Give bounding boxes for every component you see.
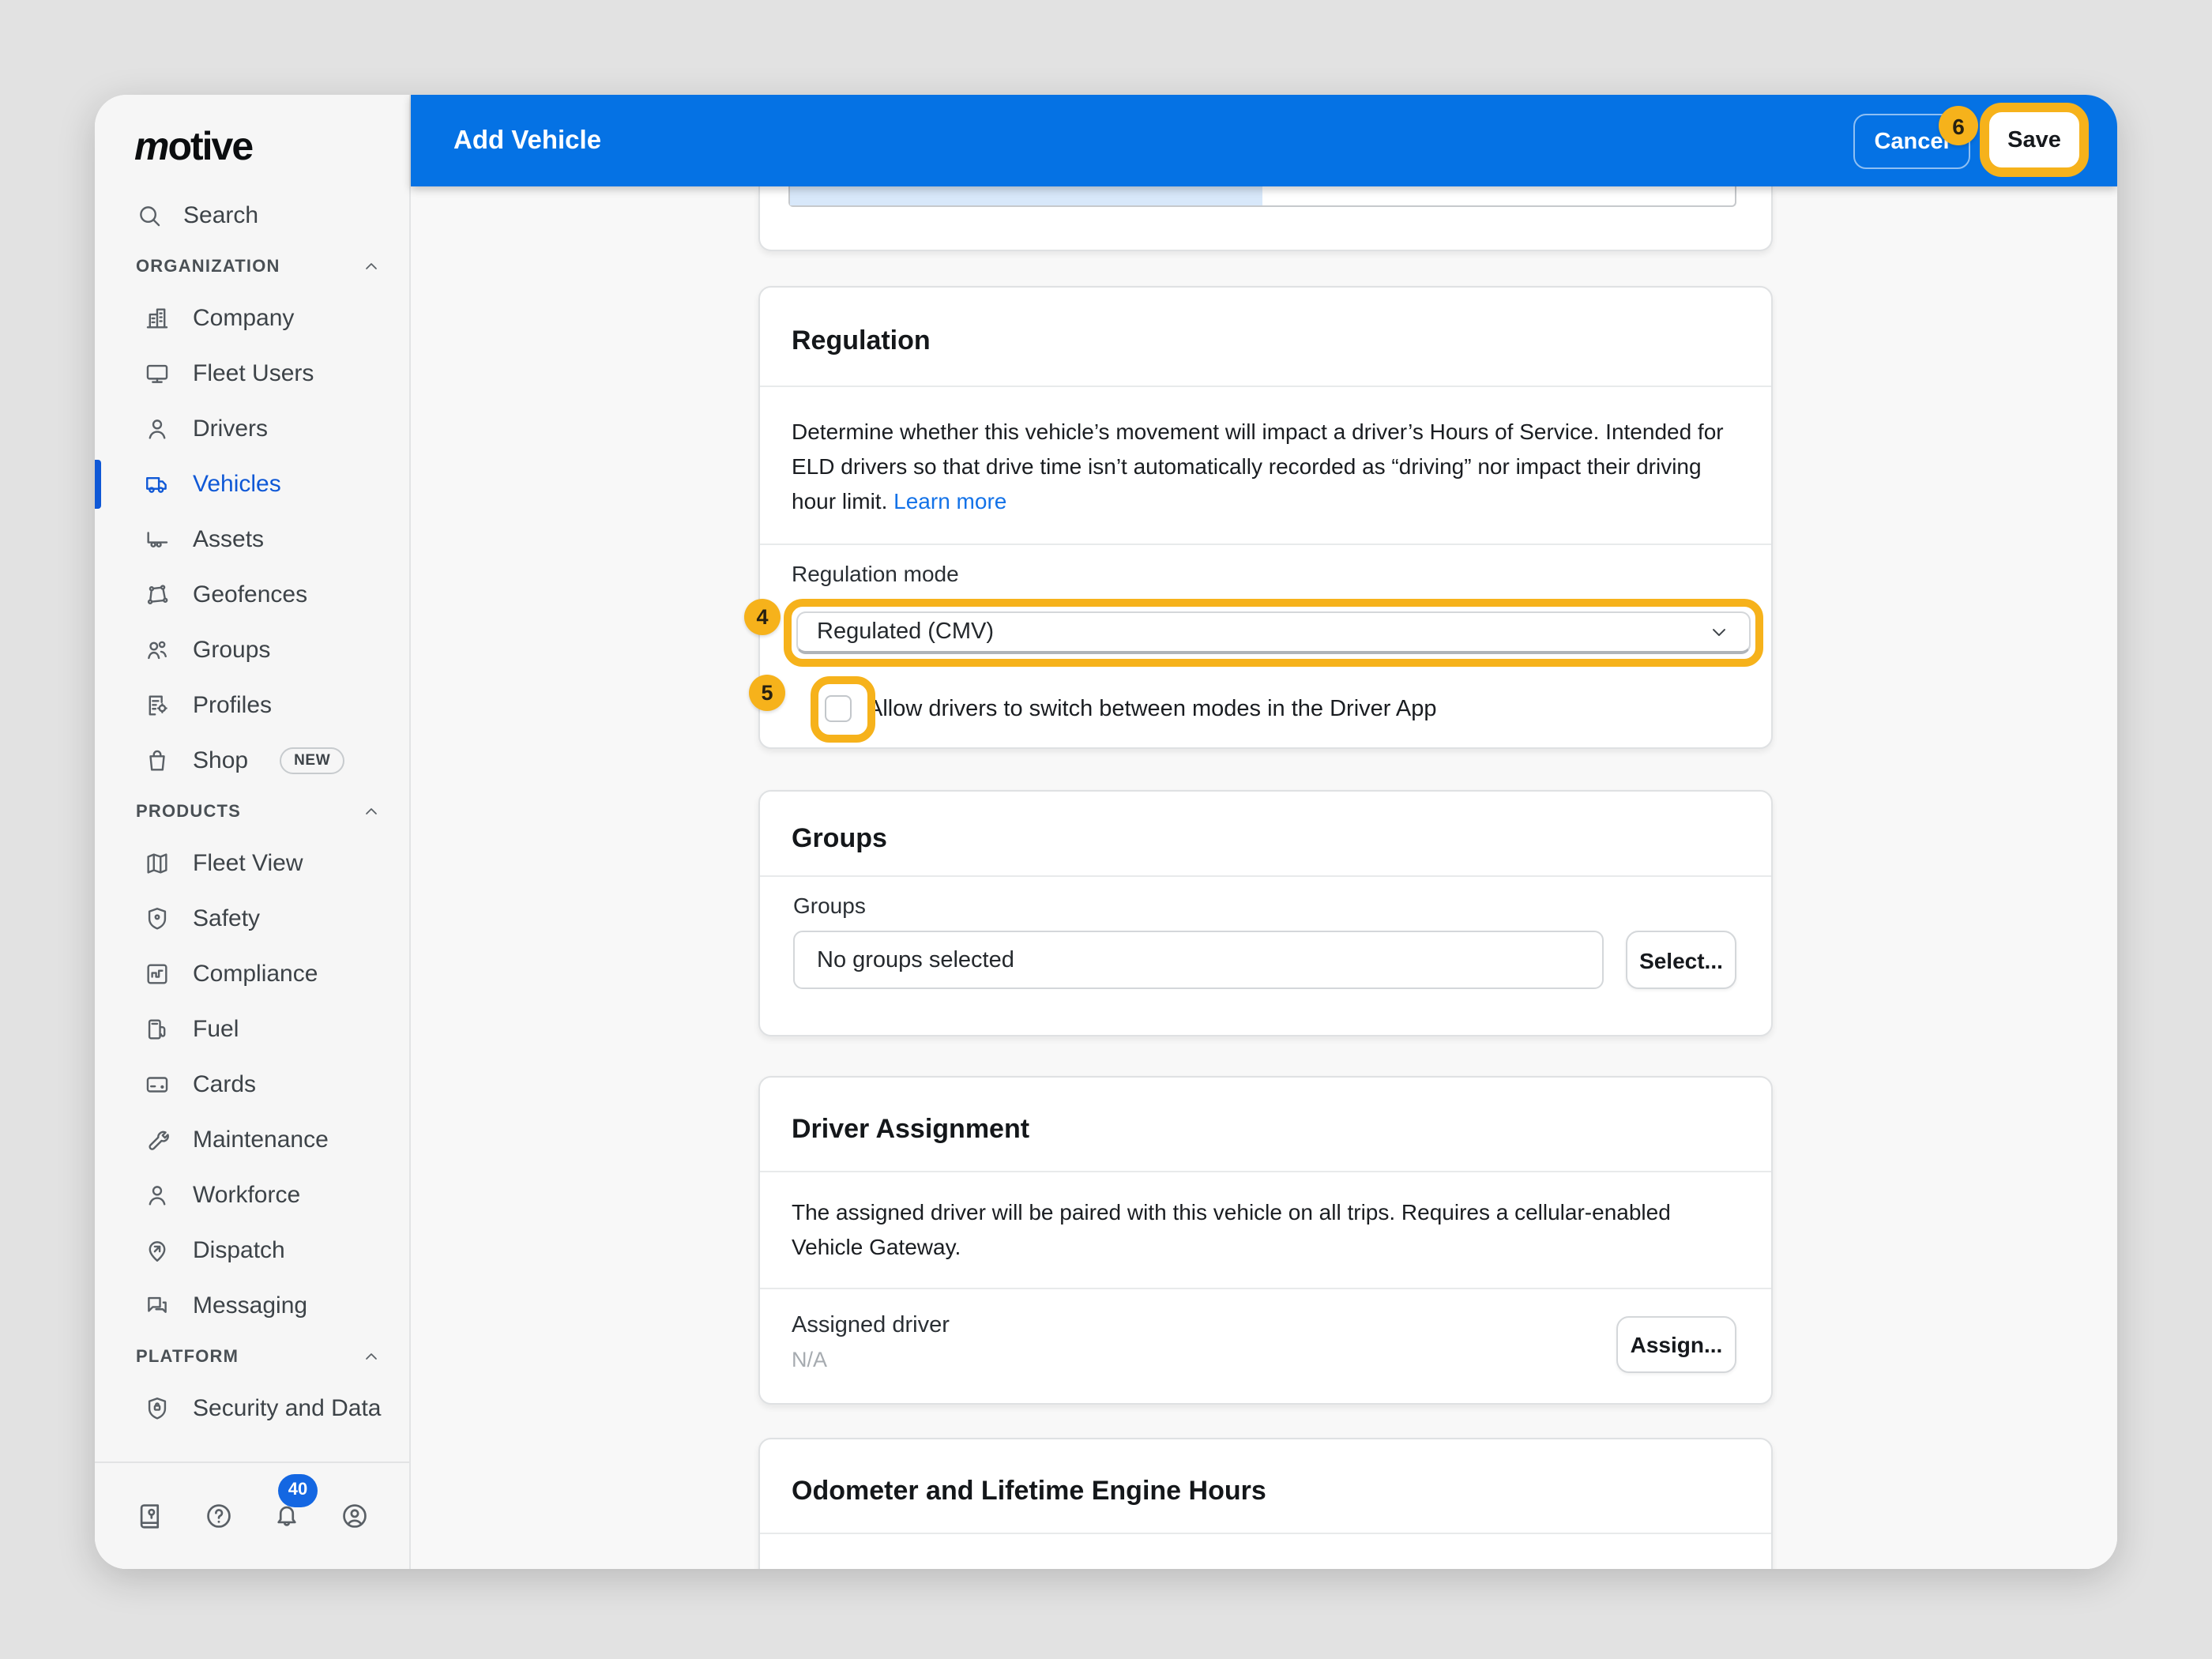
building-icon (144, 305, 171, 332)
person-icon (144, 416, 171, 442)
annotation-ring-dropdown: Regulated (CMV) (784, 599, 1763, 667)
section-products[interactable]: PRODUCTS (95, 788, 409, 836)
chart-doc-icon (144, 961, 171, 988)
sidebar-item-profiles[interactable]: Profiles (95, 678, 409, 733)
wrench-icon (144, 1127, 171, 1153)
sidebar-item-messaging[interactable]: Messaging (95, 1278, 409, 1334)
trailer-icon (144, 526, 171, 553)
section-organization[interactable]: ORGANIZATION (95, 243, 409, 291)
annotation-ring-checkbox (811, 676, 875, 743)
assigned-driver-value: N/A (792, 1348, 1736, 1371)
sidebar-item-dispatch[interactable]: Dispatch (95, 1223, 409, 1278)
sidebar-item-fleet-users[interactable]: Fleet Users (95, 346, 409, 401)
annotation-badge-4: 4 (744, 599, 781, 635)
header-actions: Cancel 6 Save (1853, 95, 2089, 186)
sidebar-item-groups[interactable]: Groups (95, 623, 409, 678)
chat-bubbles-icon (144, 1292, 171, 1319)
sidebar-nav: ORGANIZATION Company Fleet Users Drivers (95, 243, 409, 1569)
annotation-badge-5: 5 (749, 675, 785, 711)
groups-field-label: Groups (793, 893, 1736, 918)
vehicle-info-card-partial (758, 186, 1773, 251)
learn-more-link[interactable]: Learn more (893, 488, 1006, 514)
help-icon[interactable] (201, 1499, 235, 1533)
notifications-bell-icon[interactable]: 40 (269, 1499, 303, 1533)
fuel-pump-icon (144, 1016, 171, 1043)
monitor-icon (144, 360, 171, 387)
sidebar-item-drivers[interactable]: Drivers (95, 401, 409, 457)
account-icon[interactable] (337, 1499, 371, 1533)
map-icon (144, 850, 171, 877)
groups-card: Groups Groups Select... (758, 790, 1773, 1036)
search-label: Search (183, 201, 258, 228)
odometer-title: Odometer and Lifetime Engine Hours (792, 1475, 1266, 1507)
sidebar-item-compliance[interactable]: Compliance (95, 946, 409, 1002)
regulation-mode-dropdown[interactable]: Regulated (CMV) (796, 611, 1751, 654)
sidebar: mmotiveotive Search ORGANIZATION Company… (95, 95, 411, 1569)
mode-switch-row: Allow drivers to switch between modes in… (792, 675, 1740, 750)
motive-logo: mmotiveotive (95, 95, 409, 174)
groups-select-button[interactable]: Select... (1626, 931, 1736, 989)
sidebar-item-fuel[interactable]: Fuel (95, 1002, 409, 1057)
profile-gear-icon (144, 692, 171, 719)
people-icon (144, 637, 171, 664)
driver-assignment-description: The assigned driver will be paired with … (760, 1172, 1771, 1288)
notification-count-badge: 40 (278, 1473, 318, 1507)
allow-mode-switch-label: Allow drivers to switch between modes in… (867, 697, 1437, 722)
chevron-up-icon (362, 258, 381, 276)
sidebar-item-security-and-data[interactable]: Security and Data (95, 1381, 409, 1436)
regulation-mode-value: Regulated (CMV) (817, 619, 994, 645)
autofill-highlight (790, 186, 1262, 205)
polygon-icon (144, 581, 171, 608)
odometer-card: Odometer and Lifetime Engine Hours (758, 1438, 1773, 1569)
assign-driver-button[interactable]: Assign... (1616, 1316, 1736, 1373)
search-button[interactable]: Search (95, 186, 409, 243)
sidebar-item-maintenance[interactable]: Maintenance (95, 1112, 409, 1168)
search-icon (136, 201, 163, 228)
sidebar-item-workforce[interactable]: Workforce (95, 1168, 409, 1223)
app-window: mmotiveotive Search ORGANIZATION Company… (95, 95, 2117, 1569)
credit-card-icon (144, 1071, 171, 1098)
chevron-up-icon (362, 1348, 381, 1367)
driver-assignment-title: Driver Assignment (792, 1113, 1029, 1145)
page-title: Add Vehicle (453, 126, 601, 156)
shield-icon (144, 905, 171, 932)
truck-icon (144, 471, 171, 498)
main-area: Add Vehicle Cancel 6 Save Regulation (411, 95, 2117, 1569)
new-badge: NEW (280, 747, 344, 774)
sidebar-item-safety[interactable]: Safety (95, 891, 409, 946)
sidebar-item-geofences[interactable]: Geofences (95, 567, 409, 623)
save-button[interactable]: Save (1980, 103, 2089, 177)
form-scroll-area: Regulation Determine whether this vehicl… (411, 186, 2117, 1569)
sidebar-footer: 40 (95, 1462, 409, 1569)
sidebar-item-vehicles[interactable]: Vehicles (95, 457, 409, 512)
chevron-up-icon (362, 803, 381, 822)
map-pin-icon (144, 1237, 171, 1264)
driver-assignment-card: Driver Assignment The assigned driver wi… (758, 1076, 1773, 1405)
shopping-bag-icon (144, 747, 171, 774)
groups-title: Groups (792, 822, 887, 854)
assigned-driver-label: Assigned driver (792, 1313, 1736, 1338)
sidebar-item-company[interactable]: Company (95, 291, 409, 346)
regulation-title: Regulation (792, 325, 931, 357)
regulation-mode-label: Regulation mode (792, 561, 1740, 586)
sidebar-item-assets[interactable]: Assets (95, 512, 409, 567)
regulation-description: Determine whether this vehicle’s movemen… (760, 387, 1771, 544)
guide-book-icon[interactable] (133, 1499, 167, 1533)
annotation-badge-6: 6 (1939, 106, 1978, 145)
section-platform[interactable]: PLATFORM (95, 1334, 409, 1381)
sidebar-item-fleet-view[interactable]: Fleet View (95, 836, 409, 891)
regulation-card: Regulation Determine whether this vehicl… (758, 286, 1773, 749)
groups-input[interactable] (793, 931, 1604, 989)
vehicle-field-input[interactable] (788, 186, 1736, 207)
person-icon (144, 1182, 171, 1209)
sidebar-item-shop[interactable]: Shop NEW (95, 733, 409, 788)
assigned-driver-row: Assigned driver N/A Assign... (760, 1289, 1771, 1371)
chevron-down-icon (1708, 621, 1730, 643)
sidebar-item-cards[interactable]: Cards (95, 1057, 409, 1112)
shield-lock-icon (144, 1395, 171, 1422)
divider (760, 1533, 1771, 1534)
page-header: Add Vehicle Cancel 6 Save (411, 95, 2117, 186)
